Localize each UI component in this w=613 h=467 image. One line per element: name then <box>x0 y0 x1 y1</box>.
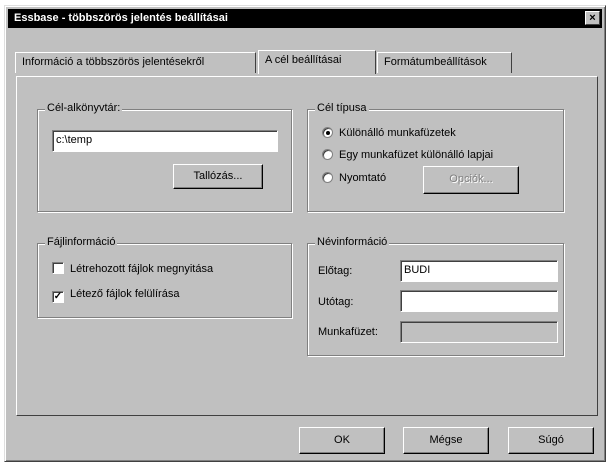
checkbox-label: Létrehozott fájlok megnyitása <box>70 263 214 275</box>
title-bar: Essbase - többszörös jelentés beállítása… <box>8 9 602 28</box>
prefix-label: Előtag: <box>318 265 353 277</box>
radio-button[interactable] <box>322 172 333 183</box>
tab-target-settings[interactable]: A cél beállításai <box>258 50 376 74</box>
check-mark-icon: ✓ <box>53 291 63 302</box>
cancel-button[interactable]: Mégse <box>403 427 489 454</box>
help-button[interactable]: Súgó <box>508 427 594 454</box>
suffix-label: Utótag: <box>318 296 354 308</box>
tab-format-settings[interactable]: Formátumbeállítások <box>377 52 512 73</box>
close-icon: × <box>589 12 596 24</box>
radio-separate-workbooks[interactable]: Különálló munkafüzetek <box>322 126 456 142</box>
tab-panel-target-settings: Cél-alkönyvtár: c:\temp Tallózás... Cél … <box>16 76 598 416</box>
radio-label: Nyomtató <box>339 172 387 184</box>
checkbox-checked[interactable]: ✓ <box>52 291 64 303</box>
ok-button[interactable]: OK <box>299 427 385 454</box>
target-directory-legend: Cél-alkönyvtár: <box>45 102 123 114</box>
checkbox-open-created-files[interactable]: Létrehozott fájlok megnyitása <box>52 262 213 278</box>
target-type-legend: Cél típusa <box>315 102 369 114</box>
suffix-input[interactable] <box>400 290 558 312</box>
target-directory-input[interactable]: c:\temp <box>52 130 278 152</box>
checkbox[interactable] <box>52 262 64 274</box>
target-directory-group: Cél-alkönyvtár: c:\temp Tallózás... <box>37 102 292 212</box>
radio-label: Egy munkafüzet különálló lapjai <box>339 149 494 161</box>
window-title: Essbase - többszörös jelentés beállítása… <box>14 12 228 24</box>
file-info-group: Fájlinformáció Létrehozott fájlok megnyi… <box>37 236 292 318</box>
prefix-input[interactable]: BUDI <box>400 260 558 282</box>
radio-printer[interactable]: Nyomtató <box>322 171 386 187</box>
workbook-label: Munkafüzet: <box>318 326 378 338</box>
close-button[interactable]: × <box>585 11 600 25</box>
tab-report-info[interactable]: Információ a többszörös jelentésekről <box>15 52 256 73</box>
checkbox-overwrite-existing-files[interactable]: ✓ Létező fájlok felülírása <box>52 287 179 303</box>
name-info-group: Névinformáció Előtag: BUDI Utótag: Munka… <box>307 236 564 356</box>
checkbox-label: Létező fájlok felülírása <box>70 288 180 300</box>
browse-button[interactable]: Tallózás... <box>173 164 263 189</box>
name-info-legend: Névinformáció <box>315 236 390 248</box>
options-button[interactable]: Opciók... <box>423 166 519 194</box>
radio-button-selected[interactable] <box>322 127 333 138</box>
radio-label: Különálló munkafüzetek <box>339 127 456 139</box>
tab-label: Információ a többszörös jelentésekről <box>22 56 205 68</box>
tab-label: Formátumbeállítások <box>384 56 487 68</box>
workbook-input <box>400 321 558 343</box>
tab-label: A cél beállításai <box>265 54 342 66</box>
radio-button[interactable] <box>322 149 333 160</box>
radio-one-workbook-separate-sheets[interactable]: Egy munkafüzet különálló lapjai <box>322 148 493 164</box>
file-info-legend: Fájlinformáció <box>45 236 118 248</box>
dialog-window: Essbase - többszörös jelentés beállítása… <box>4 5 606 462</box>
target-type-group: Cél típusa Különálló munkafüzetek Egy mu… <box>307 102 564 212</box>
